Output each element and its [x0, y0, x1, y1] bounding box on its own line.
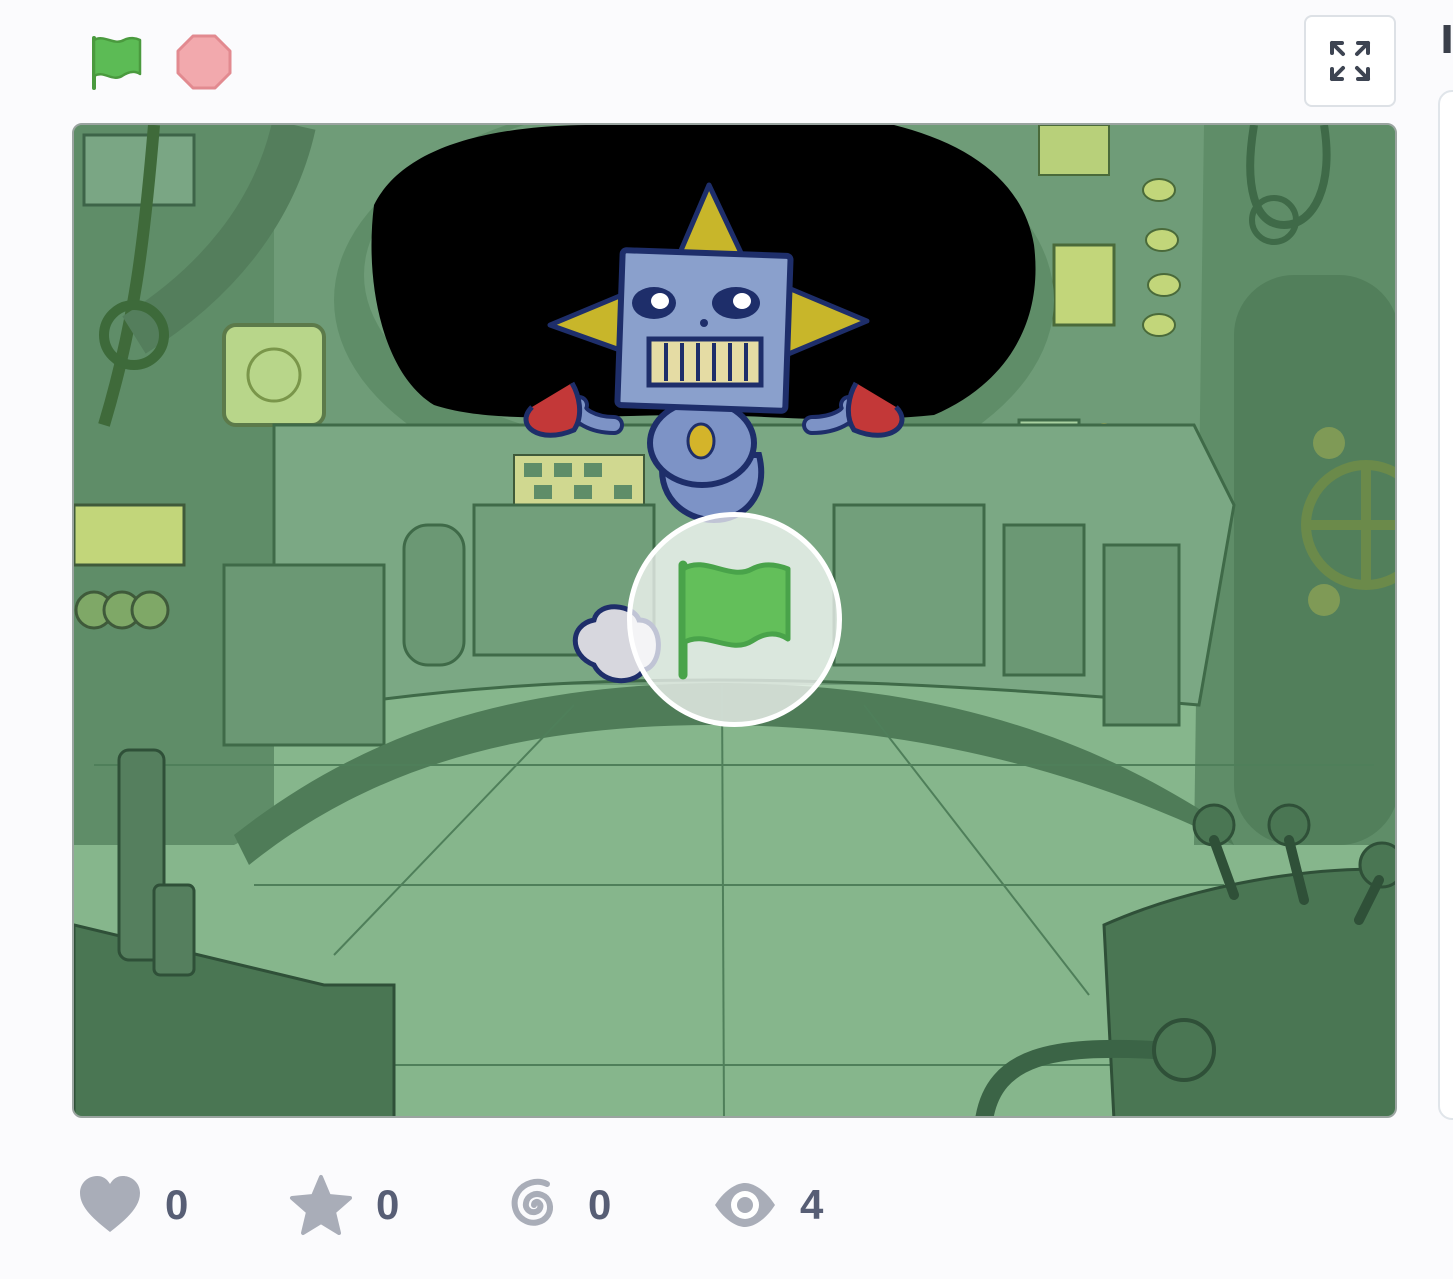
stop-button[interactable]	[170, 28, 238, 96]
green-flag-button[interactable]	[82, 28, 150, 96]
project-stats: 0 0 0 4	[72, 1170, 972, 1240]
remix-stat[interactable]: 0	[502, 1170, 611, 1240]
love-count: 0	[165, 1181, 189, 1228]
green-flag-icon	[92, 36, 142, 90]
project-player: I 0 0 0 4	[0, 0, 1453, 1279]
start-overlay-button[interactable]	[627, 512, 842, 727]
stage[interactable]	[72, 123, 1397, 1118]
remix-icon	[511, 1178, 553, 1226]
fullscreen-button[interactable]	[1304, 15, 1396, 107]
star-icon	[290, 1175, 352, 1235]
love-stat[interactable]: 0	[77, 1170, 188, 1240]
stop-sign-icon	[176, 34, 232, 90]
eye-icon	[715, 1183, 775, 1227]
side-panel-edge	[1438, 90, 1453, 1120]
favorite-stat[interactable]: 0	[288, 1170, 399, 1240]
fullscreen-icon	[1330, 41, 1370, 81]
remix-count: 0	[588, 1181, 612, 1228]
cut-off-title-text: I	[1440, 18, 1453, 62]
heart-icon	[80, 1176, 140, 1232]
favorite-count: 0	[376, 1181, 400, 1228]
green-flag-icon	[678, 560, 790, 679]
view-stat: 4	[712, 1170, 823, 1240]
view-count: 4	[800, 1181, 824, 1228]
